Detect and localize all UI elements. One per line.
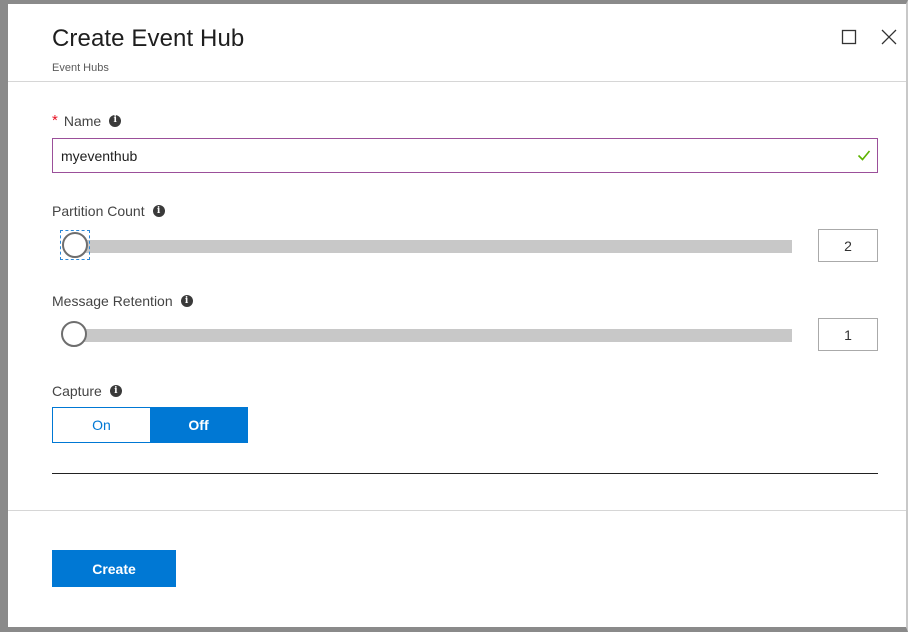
partition-count-slider-thumb[interactable] (62, 232, 88, 258)
message-retention-label-row: Message Retention i (52, 293, 193, 309)
info-icon[interactable]: i (109, 114, 122, 127)
close-button[interactable] (878, 26, 900, 48)
header-divider (8, 81, 906, 82)
maximize-icon (841, 29, 857, 45)
message-retention-slider-track[interactable] (66, 329, 792, 342)
partition-count-value[interactable]: 2 (818, 229, 878, 262)
message-retention-slider-thumb[interactable] (61, 321, 87, 347)
message-retention-value[interactable]: 1 (818, 318, 878, 351)
info-icon[interactable]: i (180, 295, 193, 307)
blade-panel (0, 0, 908, 632)
capture-label-row: Capture i (52, 383, 122, 399)
footer-divider (8, 510, 906, 511)
capture-toggle[interactable]: On Off (52, 407, 248, 443)
name-label-row: * Name i (52, 112, 122, 129)
partition-count-label-row: Partition Count i (52, 203, 165, 219)
name-label: Name (63, 112, 102, 129)
partition-count-slider-track[interactable] (66, 240, 792, 253)
message-retention-label: Message Retention (52, 293, 173, 309)
capture-off-option[interactable]: Off (150, 408, 247, 442)
name-input-value: myeventhub (61, 147, 138, 164)
checkmark-icon (857, 150, 871, 161)
blade-subtitle: Event Hubs (52, 62, 109, 74)
maximize-button[interactable] (838, 26, 860, 48)
capture-on-option[interactable]: On (53, 408, 150, 442)
name-input[interactable]: myeventhub (52, 138, 878, 173)
blade-title: Create Event Hub (52, 25, 245, 52)
info-icon[interactable]: i (152, 205, 165, 217)
content-divider (52, 473, 878, 474)
close-icon (881, 29, 897, 45)
required-marker: * (52, 112, 58, 129)
partition-count-label: Partition Count (52, 203, 145, 219)
info-icon[interactable]: i (109, 385, 122, 397)
create-button[interactable]: Create (52, 550, 176, 587)
capture-label: Capture (52, 383, 102, 399)
